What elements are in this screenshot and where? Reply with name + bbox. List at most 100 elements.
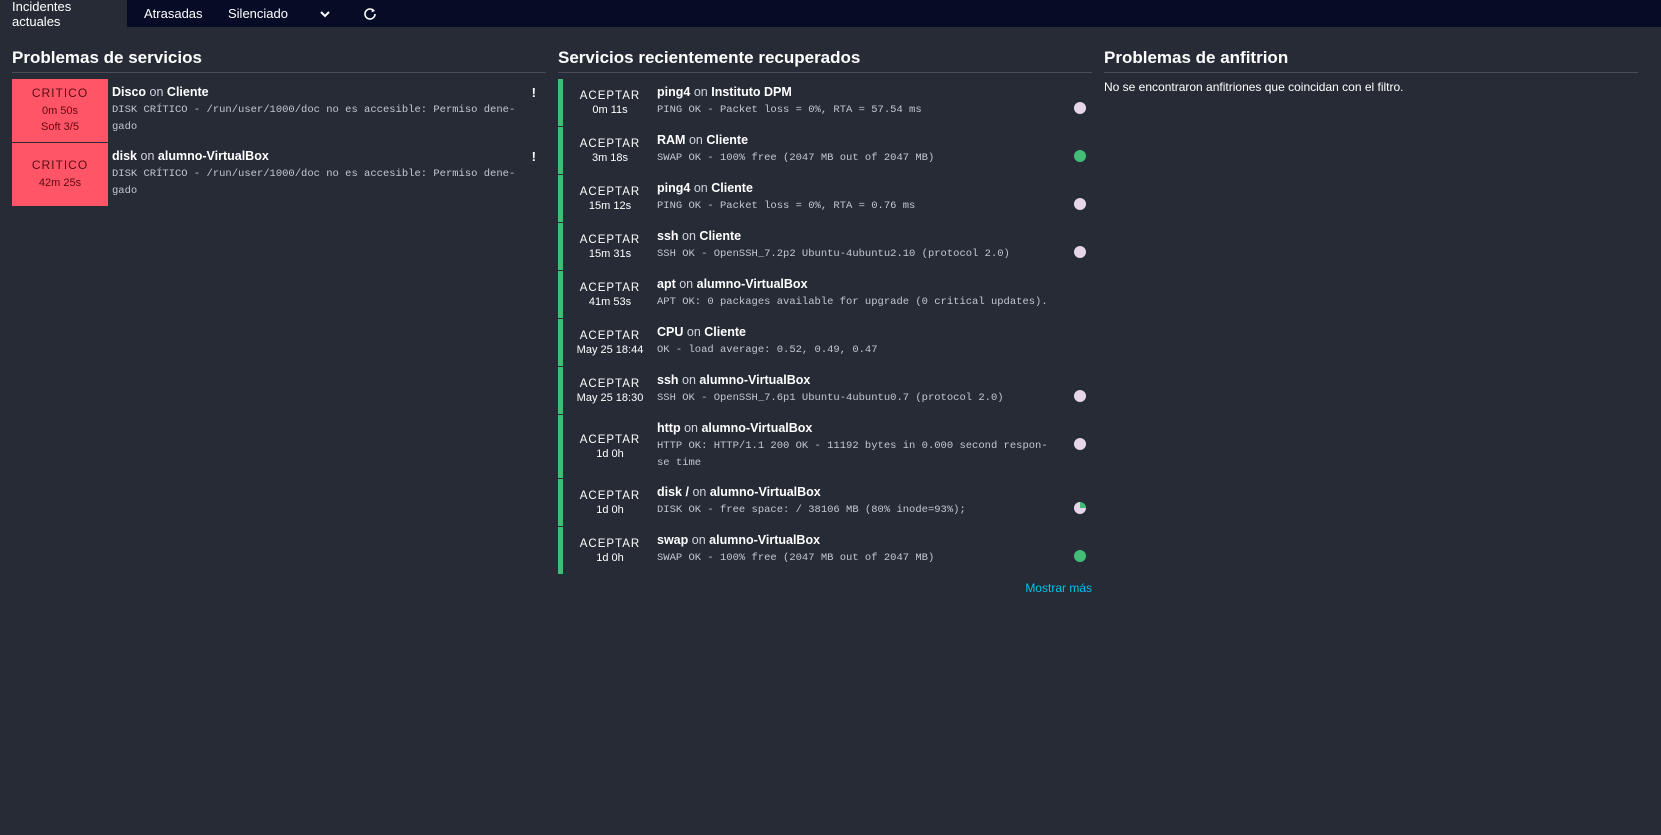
host-name[interactable]: alumno-VirtualBox bbox=[701, 421, 812, 435]
service-name[interactable]: ping4 bbox=[657, 181, 690, 195]
host-name[interactable]: Cliente bbox=[167, 85, 209, 99]
service-title: swap on alumno-VirtualBox bbox=[657, 533, 1092, 547]
on-label: on bbox=[693, 181, 708, 195]
host-name[interactable]: alumno-VirtualBox bbox=[699, 373, 810, 387]
state-badge-ok: ACEPTAR 15m 31s bbox=[563, 223, 657, 270]
host-name[interactable]: alumno-VirtualBox bbox=[697, 277, 808, 291]
status-dot-ok-icon bbox=[1074, 550, 1086, 562]
service-title: ssh on Cliente bbox=[657, 229, 1092, 243]
state-label: ACEPTAR bbox=[579, 489, 641, 502]
list-item[interactable]: ACEPTAR 1d 0h http on alumno-VirtualBox HTT… bbox=[558, 415, 1092, 479]
on-label: on bbox=[693, 85, 708, 99]
list-item[interactable]: CRITICO 42m 25s disk on alumno-VirtualBo… bbox=[12, 143, 546, 207]
service-title: disk on alumno-VirtualBox bbox=[112, 149, 546, 163]
list-item[interactable]: CRITICO 0m 50s Soft 3/5 Disco on Cliente… bbox=[12, 79, 546, 143]
status-dot-pending-icon bbox=[1074, 390, 1086, 402]
plugin-output: PING OK - Packet loss = 0%, RTA = 57.54 … bbox=[657, 104, 922, 116]
service-details: ssh on Cliente SSH OK - OpenSSH_7.2p2 Ubu… bbox=[657, 223, 1092, 270]
state-label: ACEPTAR bbox=[579, 281, 641, 294]
tab-label: Atrasadas bbox=[144, 6, 203, 21]
state-badge-ok: ACEPTAR 3m 18s bbox=[563, 127, 657, 174]
service-name[interactable]: swap bbox=[657, 533, 688, 547]
service-title: Disco on Cliente bbox=[112, 85, 546, 99]
service-name[interactable]: disk bbox=[112, 149, 137, 163]
tab-overdue[interactable]: Atrasadas bbox=[127, 0, 216, 27]
plugin-output: SWAP OK - 100% free (2047 MB out of 2047… bbox=[657, 152, 935, 164]
recovered-services-panel: Servicios recientemente recuperados ACEP… bbox=[558, 48, 1092, 595]
list-item[interactable]: ACEPTAR 1d 0h disk / on alumno-VirtualBox D… bbox=[558, 479, 1092, 527]
more-tabs-dropdown[interactable] bbox=[302, 0, 347, 27]
list-item[interactable]: ACEPTAR 0m 11s ping4 on Instituto DPM PING … bbox=[558, 79, 1092, 127]
empty-message: No se encontraron anfitriones que coinci… bbox=[1104, 80, 1404, 94]
host-name[interactable]: Cliente bbox=[699, 229, 741, 243]
state-badge-ok: ACEPTAR 1d 0h bbox=[563, 479, 657, 526]
service-title: http on alumno-VirtualBox bbox=[657, 421, 1092, 435]
service-title: CPU on Cliente bbox=[657, 325, 1092, 339]
state-badge-ok: ACEPTAR 1d 0h bbox=[563, 415, 657, 478]
host-name[interactable]: Cliente bbox=[706, 133, 748, 147]
on-label: on bbox=[684, 421, 698, 435]
status-dot-pending-icon bbox=[1074, 102, 1086, 114]
recovered-list: ACEPTAR 0m 11s ping4 on Instituto DPM PING … bbox=[558, 79, 1092, 575]
state-label: ACEPTAR bbox=[579, 377, 641, 390]
service-title: ping4 on Cliente bbox=[657, 181, 1092, 195]
service-title: disk / on alumno-VirtualBox bbox=[657, 485, 1092, 499]
state-label: CRITICO bbox=[31, 158, 89, 172]
service-name[interactable]: apt bbox=[657, 277, 676, 291]
list-item[interactable]: ACEPTAR 3m 18s RAM on Cliente SWAP OK - 100… bbox=[558, 127, 1092, 175]
state-duration: 42m 25s bbox=[38, 177, 82, 189]
list-item[interactable]: ACEPTAR 15m 31s ssh on Cliente SSH OK - Ope… bbox=[558, 223, 1092, 271]
tab-muted[interactable]: Silenciado bbox=[216, 0, 302, 27]
top-navigation: Incidentes actuales Atrasadas Silenciado bbox=[0, 0, 1661, 29]
state-badge-ok: ACEPTAR May 25 18:30 bbox=[563, 367, 657, 414]
plugin-output: DISK CRÍTICO - /run/user/1000/doc no es … bbox=[112, 168, 516, 197]
service-name[interactable]: RAM bbox=[657, 133, 685, 147]
service-name[interactable]: CPU bbox=[657, 325, 683, 339]
service-name[interactable]: ssh bbox=[657, 373, 679, 387]
tab-label: Incidentes actuales bbox=[12, 0, 72, 29]
list-item[interactable]: ACEPTAR 15m 12s ping4 on Cliente PING OK - … bbox=[558, 175, 1092, 223]
status-dot-pending-icon bbox=[1074, 438, 1086, 450]
panel-title: Problemas de servicios bbox=[12, 48, 546, 73]
host-name[interactable]: Cliente bbox=[711, 181, 753, 195]
host-name[interactable]: Cliente bbox=[704, 325, 746, 339]
plugin-output: SSH OK - OpenSSH_7.2p2 Ubuntu-4ubuntu2.1… bbox=[657, 248, 1010, 260]
exclamation-icon: ! bbox=[531, 149, 536, 164]
status-dot-pending-icon bbox=[1074, 246, 1086, 258]
state-label: ACEPTAR bbox=[579, 433, 641, 446]
plugin-output: DISK OK - free space: / 38106 MB (80% in… bbox=[657, 504, 966, 516]
list-item[interactable]: ACEPTAR 1d 0h swap on alumno-VirtualBox SWA… bbox=[558, 527, 1092, 575]
service-details: swap on alumno-VirtualBox SWAP OK - 100% … bbox=[657, 527, 1092, 574]
state-duration: 15m 12s bbox=[588, 199, 632, 212]
host-name[interactable]: Instituto DPM bbox=[711, 85, 792, 99]
service-details: apt on alumno-VirtualBox APT OK: 0 packag… bbox=[657, 271, 1092, 318]
list-item[interactable]: ACEPTAR May 25 18:44 CPU on Cliente OK - lo… bbox=[558, 319, 1092, 367]
on-label: on bbox=[686, 325, 701, 339]
service-details: RAM on Cliente SWAP OK - 100% free (2047 … bbox=[657, 127, 1092, 174]
show-more-link[interactable]: Mostrar más bbox=[558, 581, 1092, 595]
tab-current-incidents[interactable]: Incidentes actuales bbox=[0, 0, 127, 29]
service-name[interactable]: Disco bbox=[112, 85, 146, 99]
state-duration: 0m 11s bbox=[592, 103, 628, 116]
state-label: ACEPTAR bbox=[579, 89, 641, 102]
host-name[interactable]: alumno-VirtualBox bbox=[158, 149, 269, 163]
state-badge-critical: CRITICO 0m 50s Soft 3/5 bbox=[12, 79, 108, 142]
problem-list: CRITICO 0m 50s Soft 3/5 Disco on Cliente… bbox=[12, 79, 546, 207]
host-name[interactable]: alumno-VirtualBox bbox=[709, 533, 820, 547]
plugin-output: APT OK: 0 packages available for upgrade… bbox=[657, 296, 1048, 308]
service-title: apt on alumno-VirtualBox bbox=[657, 277, 1092, 291]
state-label: ACEPTAR bbox=[579, 329, 641, 342]
host-name[interactable]: alumno-VirtualBox bbox=[710, 485, 821, 499]
service-details: ping4 on Instituto DPM PING OK - Packet l… bbox=[657, 79, 1092, 126]
state-duration: May 25 18:44 bbox=[576, 343, 644, 356]
refresh-icon bbox=[363, 7, 376, 20]
service-title: RAM on Cliente bbox=[657, 133, 1092, 147]
service-name[interactable]: ssh bbox=[657, 229, 679, 243]
service-name[interactable]: http bbox=[657, 421, 681, 435]
service-name[interactable]: ping4 bbox=[657, 85, 690, 99]
service-name[interactable]: disk / bbox=[657, 485, 689, 499]
refresh-button[interactable] bbox=[347, 0, 392, 27]
list-item[interactable]: ACEPTAR May 25 18:30 ssh on alumno-Virtual… bbox=[558, 367, 1092, 415]
list-item[interactable]: ACEPTAR 41m 53s apt on alumno-VirtualBox AP… bbox=[558, 271, 1092, 319]
plugin-output: OK - load average: 0.52, 0.49, 0.47 bbox=[657, 344, 878, 356]
